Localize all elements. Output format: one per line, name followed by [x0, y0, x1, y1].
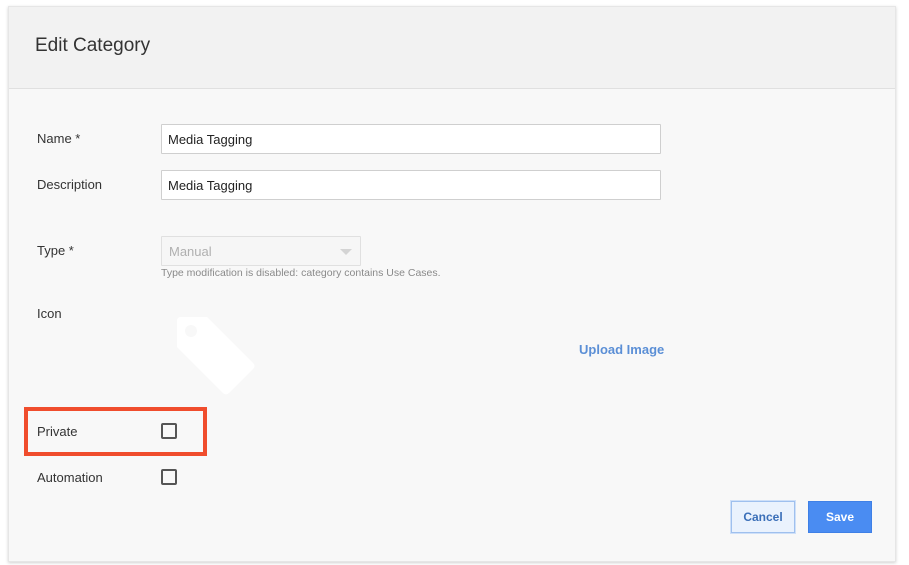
name-input[interactable]: [161, 124, 661, 154]
private-checkbox[interactable]: [161, 423, 177, 439]
tag-icon: [177, 317, 255, 395]
automation-checkbox[interactable]: [161, 469, 177, 485]
save-button[interactable]: Save: [808, 501, 872, 533]
description-input[interactable]: [161, 170, 661, 200]
type-select-value: Manual: [169, 244, 212, 259]
icon-label: Icon: [37, 306, 62, 321]
private-label: Private: [37, 424, 78, 439]
dialog-header: Edit Category: [9, 7, 895, 89]
edit-category-dialog: Edit Category Name * Description Type * …: [8, 6, 896, 562]
description-label: Description: [37, 177, 103, 192]
type-hint: Type modification is disabled: category …: [161, 267, 441, 279]
upload-image-link[interactable]: Upload Image: [579, 342, 664, 357]
type-select[interactable]: Manual: [161, 236, 361, 266]
cancel-button[interactable]: Cancel: [731, 501, 795, 533]
name-label: Name *: [37, 131, 81, 146]
automation-label: Automation: [37, 470, 103, 485]
chevron-down-icon: [340, 249, 352, 255]
type-label: Type *: [37, 243, 74, 258]
dialog-title: Edit Category: [35, 35, 151, 56]
